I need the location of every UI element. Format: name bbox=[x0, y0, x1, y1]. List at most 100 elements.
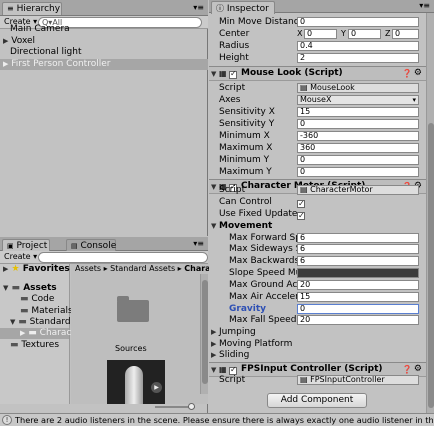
add-component-button[interactable]: Add Component bbox=[267, 393, 367, 408]
assets-row[interactable]: ▼ ▬ Assets bbox=[3, 283, 57, 293]
expand-triangle-icon[interactable]: ▶ bbox=[211, 326, 216, 338]
script-object-field[interactable]: ▤ MouseLook bbox=[297, 83, 419, 93]
axes-value: MouseX bbox=[300, 95, 332, 104]
project-scrollbar[interactable] bbox=[200, 274, 208, 394]
expand-triangle-icon[interactable]: ▶ bbox=[211, 349, 216, 361]
assets-label: Assets bbox=[23, 283, 57, 293]
help-icon[interactable]: ❓ bbox=[402, 69, 412, 78]
field-value[interactable]: 20 bbox=[297, 280, 419, 290]
project-create-button[interactable]: Create ▾ bbox=[4, 252, 37, 261]
scroll-thumb[interactable] bbox=[202, 280, 208, 384]
inspector-scrollbar[interactable] bbox=[426, 13, 434, 413]
field-label: Use Fixed Update bbox=[219, 209, 298, 219]
use-fixed-update-checkbox[interactable] bbox=[297, 210, 305, 222]
play-icon[interactable]: ▶ bbox=[151, 382, 162, 393]
project-folder-icon: ▣ bbox=[7, 242, 14, 250]
movement-foldout[interactable]: ▼ Movement bbox=[209, 220, 434, 232]
field-value[interactable]: 6 bbox=[297, 244, 419, 254]
hierarchy-item-voxel[interactable]: ▶ Voxel bbox=[0, 36, 208, 47]
gear-icon[interactable]: ⚙ bbox=[414, 364, 422, 374]
field-value[interactable]: 15 bbox=[297, 292, 419, 302]
expand-triangle-icon[interactable]: ▶ bbox=[3, 265, 8, 273]
expand-triangle-icon[interactable]: ▶ bbox=[3, 37, 8, 45]
field-value[interactable]: 0.4 bbox=[297, 41, 419, 51]
row-script: Script ▤ CharacterMotor bbox=[209, 184, 434, 196]
hierarchy-list: Main Camera ▶ Voxel Directional light ▶ … bbox=[0, 24, 208, 72]
gear-icon[interactable]: ⚙ bbox=[414, 68, 422, 78]
breadcrumb-item[interactable]: Assets bbox=[75, 264, 101, 273]
tree-item-textures[interactable]: ▬ Textures bbox=[10, 340, 59, 350]
item-label: Voxel bbox=[11, 36, 36, 46]
favorites-row[interactable]: ▶ ★ Favorites bbox=[3, 264, 70, 274]
field-value[interactable]: 6 bbox=[297, 256, 419, 266]
project-tab-label: Project bbox=[16, 241, 48, 251]
expand-triangle-icon[interactable]: ▶ bbox=[3, 60, 8, 68]
hierarchy-item-first-person-controller[interactable]: ▶ First Person Controller bbox=[0, 59, 208, 70]
center-x-field[interactable]: 0 bbox=[304, 29, 337, 39]
script-file-icon: ▤ bbox=[300, 185, 311, 194]
sources-folder[interactable] bbox=[117, 296, 149, 326]
collapse-triangle-icon[interactable]: ▼ bbox=[211, 220, 216, 232]
gravity-field[interactable]: 0 bbox=[297, 304, 419, 314]
field-value[interactable]: 2 bbox=[297, 53, 419, 63]
script-object-field[interactable]: ▤ FPSInputController bbox=[297, 375, 419, 385]
tab-hierarchy[interactable]: ≡ Hierarchy bbox=[2, 2, 62, 15]
collapse-triangle-icon[interactable]: ▼ bbox=[211, 366, 216, 374]
project-search-input[interactable] bbox=[38, 252, 208, 263]
field-value[interactable]: 0 bbox=[297, 17, 419, 27]
tree-item-materials[interactable]: ▬ Materials bbox=[20, 306, 73, 316]
field-label: Sensitivity Y bbox=[219, 119, 275, 129]
folder-icon: ▬ bbox=[20, 306, 29, 316]
script-object-field[interactable]: ▤ CharacterMotor bbox=[297, 185, 419, 195]
zoom-slider-handle[interactable] bbox=[188, 403, 195, 410]
axes-dropdown[interactable]: MouseX ▾ bbox=[297, 95, 419, 105]
component-title: FPSInput Controller (Script) bbox=[241, 364, 383, 374]
tree-item-character[interactable]: ▶ ▬ Characte bbox=[0, 328, 80, 339]
project-panel: ▣ Project ▤ Console ▾≡ Create ▾ ▶ ★ Favo… bbox=[0, 237, 211, 413]
sliding-foldout[interactable]: ▶ Sliding bbox=[209, 349, 434, 361]
field-value[interactable]: 20 bbox=[297, 315, 419, 325]
field-label: Height bbox=[219, 53, 249, 63]
collapse-triangle-icon[interactable]: ▼ bbox=[211, 70, 216, 78]
panel-menu-icon[interactable]: ▾≡ bbox=[193, 239, 204, 248]
tab-inspector[interactable]: ⓘ Inspector bbox=[211, 1, 275, 14]
field-value[interactable]: 0 bbox=[297, 119, 419, 129]
script-name: FPSInputController bbox=[310, 375, 385, 384]
hierarchy-item-directional-light[interactable]: Directional light bbox=[0, 47, 208, 58]
row-use-fixed-update: Use Fixed Update bbox=[209, 208, 434, 222]
tree-item-code[interactable]: ▬ Code bbox=[20, 294, 54, 304]
character-preview-thumbnail[interactable]: ▶ bbox=[107, 360, 165, 404]
can-control-checkbox[interactable] bbox=[297, 198, 305, 210]
field-value[interactable]: -360 bbox=[297, 131, 419, 141]
status-bar[interactable]: ! There are 2 audio listeners in the sce… bbox=[0, 413, 434, 426]
field-value[interactable]: 360 bbox=[297, 143, 419, 153]
curve-field[interactable] bbox=[297, 268, 419, 278]
field-value[interactable]: 0 bbox=[297, 167, 419, 177]
hierarchy-item-main-camera[interactable]: Main Camera bbox=[0, 24, 208, 35]
mouse-look-enabled-checkbox[interactable] bbox=[229, 69, 237, 79]
script-name: CharacterMotor bbox=[310, 185, 373, 194]
collapse-triangle-icon[interactable]: ▼ bbox=[3, 284, 8, 292]
center-z-field[interactable]: 0 bbox=[392, 29, 419, 39]
star-icon: ★ bbox=[11, 264, 20, 274]
breadcrumb-item[interactable]: Standard Assets bbox=[110, 264, 175, 273]
help-icon[interactable]: ❓ bbox=[402, 365, 412, 374]
console-tab-label: Console bbox=[80, 241, 117, 251]
field-value[interactable]: 0 bbox=[297, 155, 419, 165]
center-y-field[interactable]: 0 bbox=[348, 29, 381, 39]
panel-menu-icon[interactable]: ▾≡ bbox=[193, 3, 204, 12]
field-value[interactable]: 6 bbox=[297, 233, 419, 243]
breadcrumb-item[interactable]: Chara bbox=[184, 264, 210, 273]
scroll-thumb[interactable] bbox=[428, 123, 434, 408]
row-sensitivity-x: Sensitivity X 15 bbox=[209, 106, 434, 118]
panel-menu-icon[interactable]: ▾≡ bbox=[419, 1, 430, 10]
expand-triangle-icon[interactable]: ▶ bbox=[20, 329, 25, 337]
row-can-control: Can Control bbox=[209, 196, 434, 210]
mouse-look-header[interactable]: ▼ ▦ Mouse Look (Script) ❓ ⚙ bbox=[209, 66, 434, 81]
jumping-foldout[interactable]: ▶ Jumping bbox=[209, 326, 434, 338]
tree-item-standard-assets[interactable]: ▼ ▬ Standard A bbox=[10, 317, 80, 327]
field-value[interactable]: 15 bbox=[297, 107, 419, 117]
collapse-triangle-icon[interactable]: ▼ bbox=[10, 318, 15, 326]
inspector-tab-label: Inspector bbox=[226, 4, 269, 14]
folder-icon: ▬ bbox=[20, 294, 29, 304]
